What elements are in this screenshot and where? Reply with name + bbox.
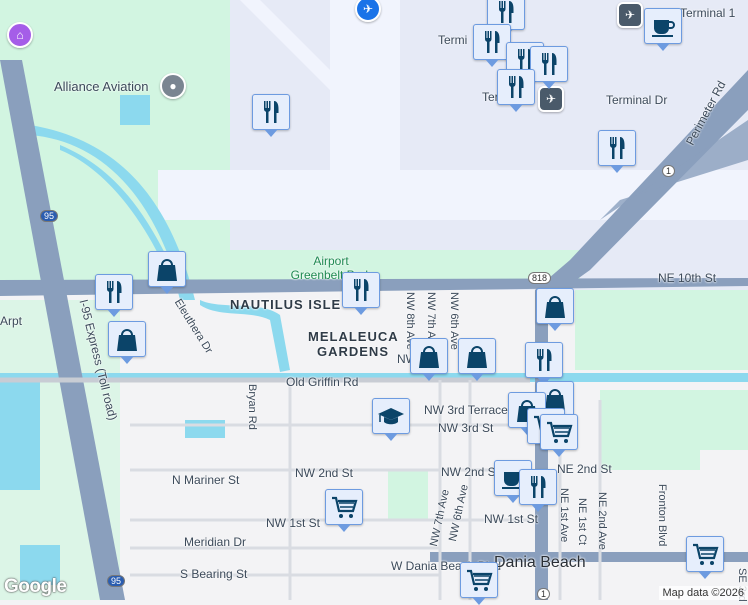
label-nw-2nd-st: NW 2nd St (295, 466, 353, 480)
grocery-icon (691, 540, 719, 568)
restaurant-icon (257, 98, 285, 126)
i95-shield: 95 (40, 210, 58, 222)
restaurant-icon (100, 278, 128, 306)
grocery-icon (330, 493, 358, 521)
sr818-shield: 818 (528, 272, 551, 284)
place-pin-icon[interactable]: ● (160, 73, 186, 99)
us1-shield: 1 (662, 165, 675, 177)
arrivals-icon[interactable]: ✈ (538, 86, 564, 112)
label-nw-2nd-st: NW 2nd St (441, 465, 499, 479)
restaurant-marker[interactable] (497, 69, 535, 105)
label-terminal: Termi (438, 33, 467, 47)
grocery-icon (465, 566, 493, 594)
shopping-marker[interactable] (108, 321, 146, 357)
departures-icon[interactable]: ✈ (617, 2, 643, 28)
restaurant-icon (603, 134, 631, 162)
restaurant-icon (502, 73, 530, 101)
label-alliance-aviation: Alliance Aviation (54, 79, 148, 94)
label-n-mariner-st: N Mariner St (172, 473, 239, 487)
restaurant-marker[interactable] (530, 46, 568, 82)
restaurant-marker[interactable] (342, 272, 380, 308)
restaurant-marker[interactable] (519, 469, 557, 505)
label-meridian-dr: Meridian Dr (184, 535, 246, 549)
museum-icon[interactable]: ⌂ (7, 22, 33, 48)
label-ne-2nd-st: NE 2nd St (557, 462, 612, 476)
restaurant-icon (347, 276, 375, 304)
restaurant-icon (492, 0, 520, 26)
label-arpt: Arpt (0, 314, 22, 328)
school-marker[interactable] (372, 398, 410, 434)
shopping-icon (113, 325, 141, 353)
map-attribution[interactable]: Map data ©2026 (659, 586, 748, 600)
label-s-bearing-st: S Bearing St (180, 567, 247, 581)
coffee-marker[interactable] (644, 8, 682, 44)
label-fronton-blvd: Fronton Blvd (656, 484, 668, 546)
label-nw-1st-st: NW 1st St (266, 516, 320, 530)
shopping-icon (415, 342, 443, 370)
label-dania-beach: Dania Beach (494, 554, 586, 572)
shopping-marker[interactable] (410, 338, 448, 374)
shopping-marker[interactable] (536, 288, 574, 324)
google-logo: Google (4, 576, 66, 598)
shopping-icon (541, 292, 569, 320)
label-nw-3rd-st: NW 3rd St (438, 421, 493, 435)
us1-shield: 1 (537, 588, 550, 600)
label-nautilus-isle: NAUTILUS ISLE (230, 297, 341, 312)
shopping-marker[interactable] (148, 251, 186, 287)
grocery-marker[interactable] (325, 489, 363, 525)
restaurant-icon (524, 473, 552, 501)
restaurant-marker[interactable] (525, 342, 563, 378)
shopping-marker[interactable] (458, 338, 496, 374)
grocery-marker[interactable] (460, 562, 498, 598)
school-icon (377, 402, 405, 430)
label-melaleuca-gardens: MELALEUCA GARDENS (308, 329, 398, 359)
restaurant-marker[interactable] (598, 130, 636, 166)
i95-shield: 95 (107, 575, 125, 587)
grocery-marker[interactable] (540, 414, 578, 450)
restaurant-marker[interactable] (252, 94, 290, 130)
shopping-icon (463, 342, 491, 370)
restaurant-icon (478, 28, 506, 56)
coffee-icon (649, 12, 677, 40)
restaurant-icon (530, 346, 558, 374)
label-ne-2nd-ave: NE 2nd Ave (596, 492, 608, 550)
grocery-icon (545, 418, 573, 446)
label-terminal-dr: Terminal Dr (606, 93, 667, 107)
grocery-marker[interactable] (686, 536, 724, 572)
label-ne-10th-st: NE 10th St (658, 271, 716, 285)
label-ne-1st-ct: NE 1st Ct (576, 498, 588, 545)
restaurant-icon (535, 50, 563, 78)
label-bryan-rd: Bryan Rd (246, 384, 258, 430)
label-terminal-1: Terminal 1 (680, 6, 735, 20)
label-ne-1st-ave: NE 1st Ave (558, 488, 570, 542)
label-nw-1st-st: NW 1st St (484, 512, 538, 526)
restaurant-marker[interactable] (95, 274, 133, 310)
label-nw-3rd-terrace: NW 3rd Terrace (424, 403, 508, 417)
label-old-griffin-rd: Old Griffin Rd (286, 375, 358, 389)
shopping-icon (153, 255, 181, 283)
